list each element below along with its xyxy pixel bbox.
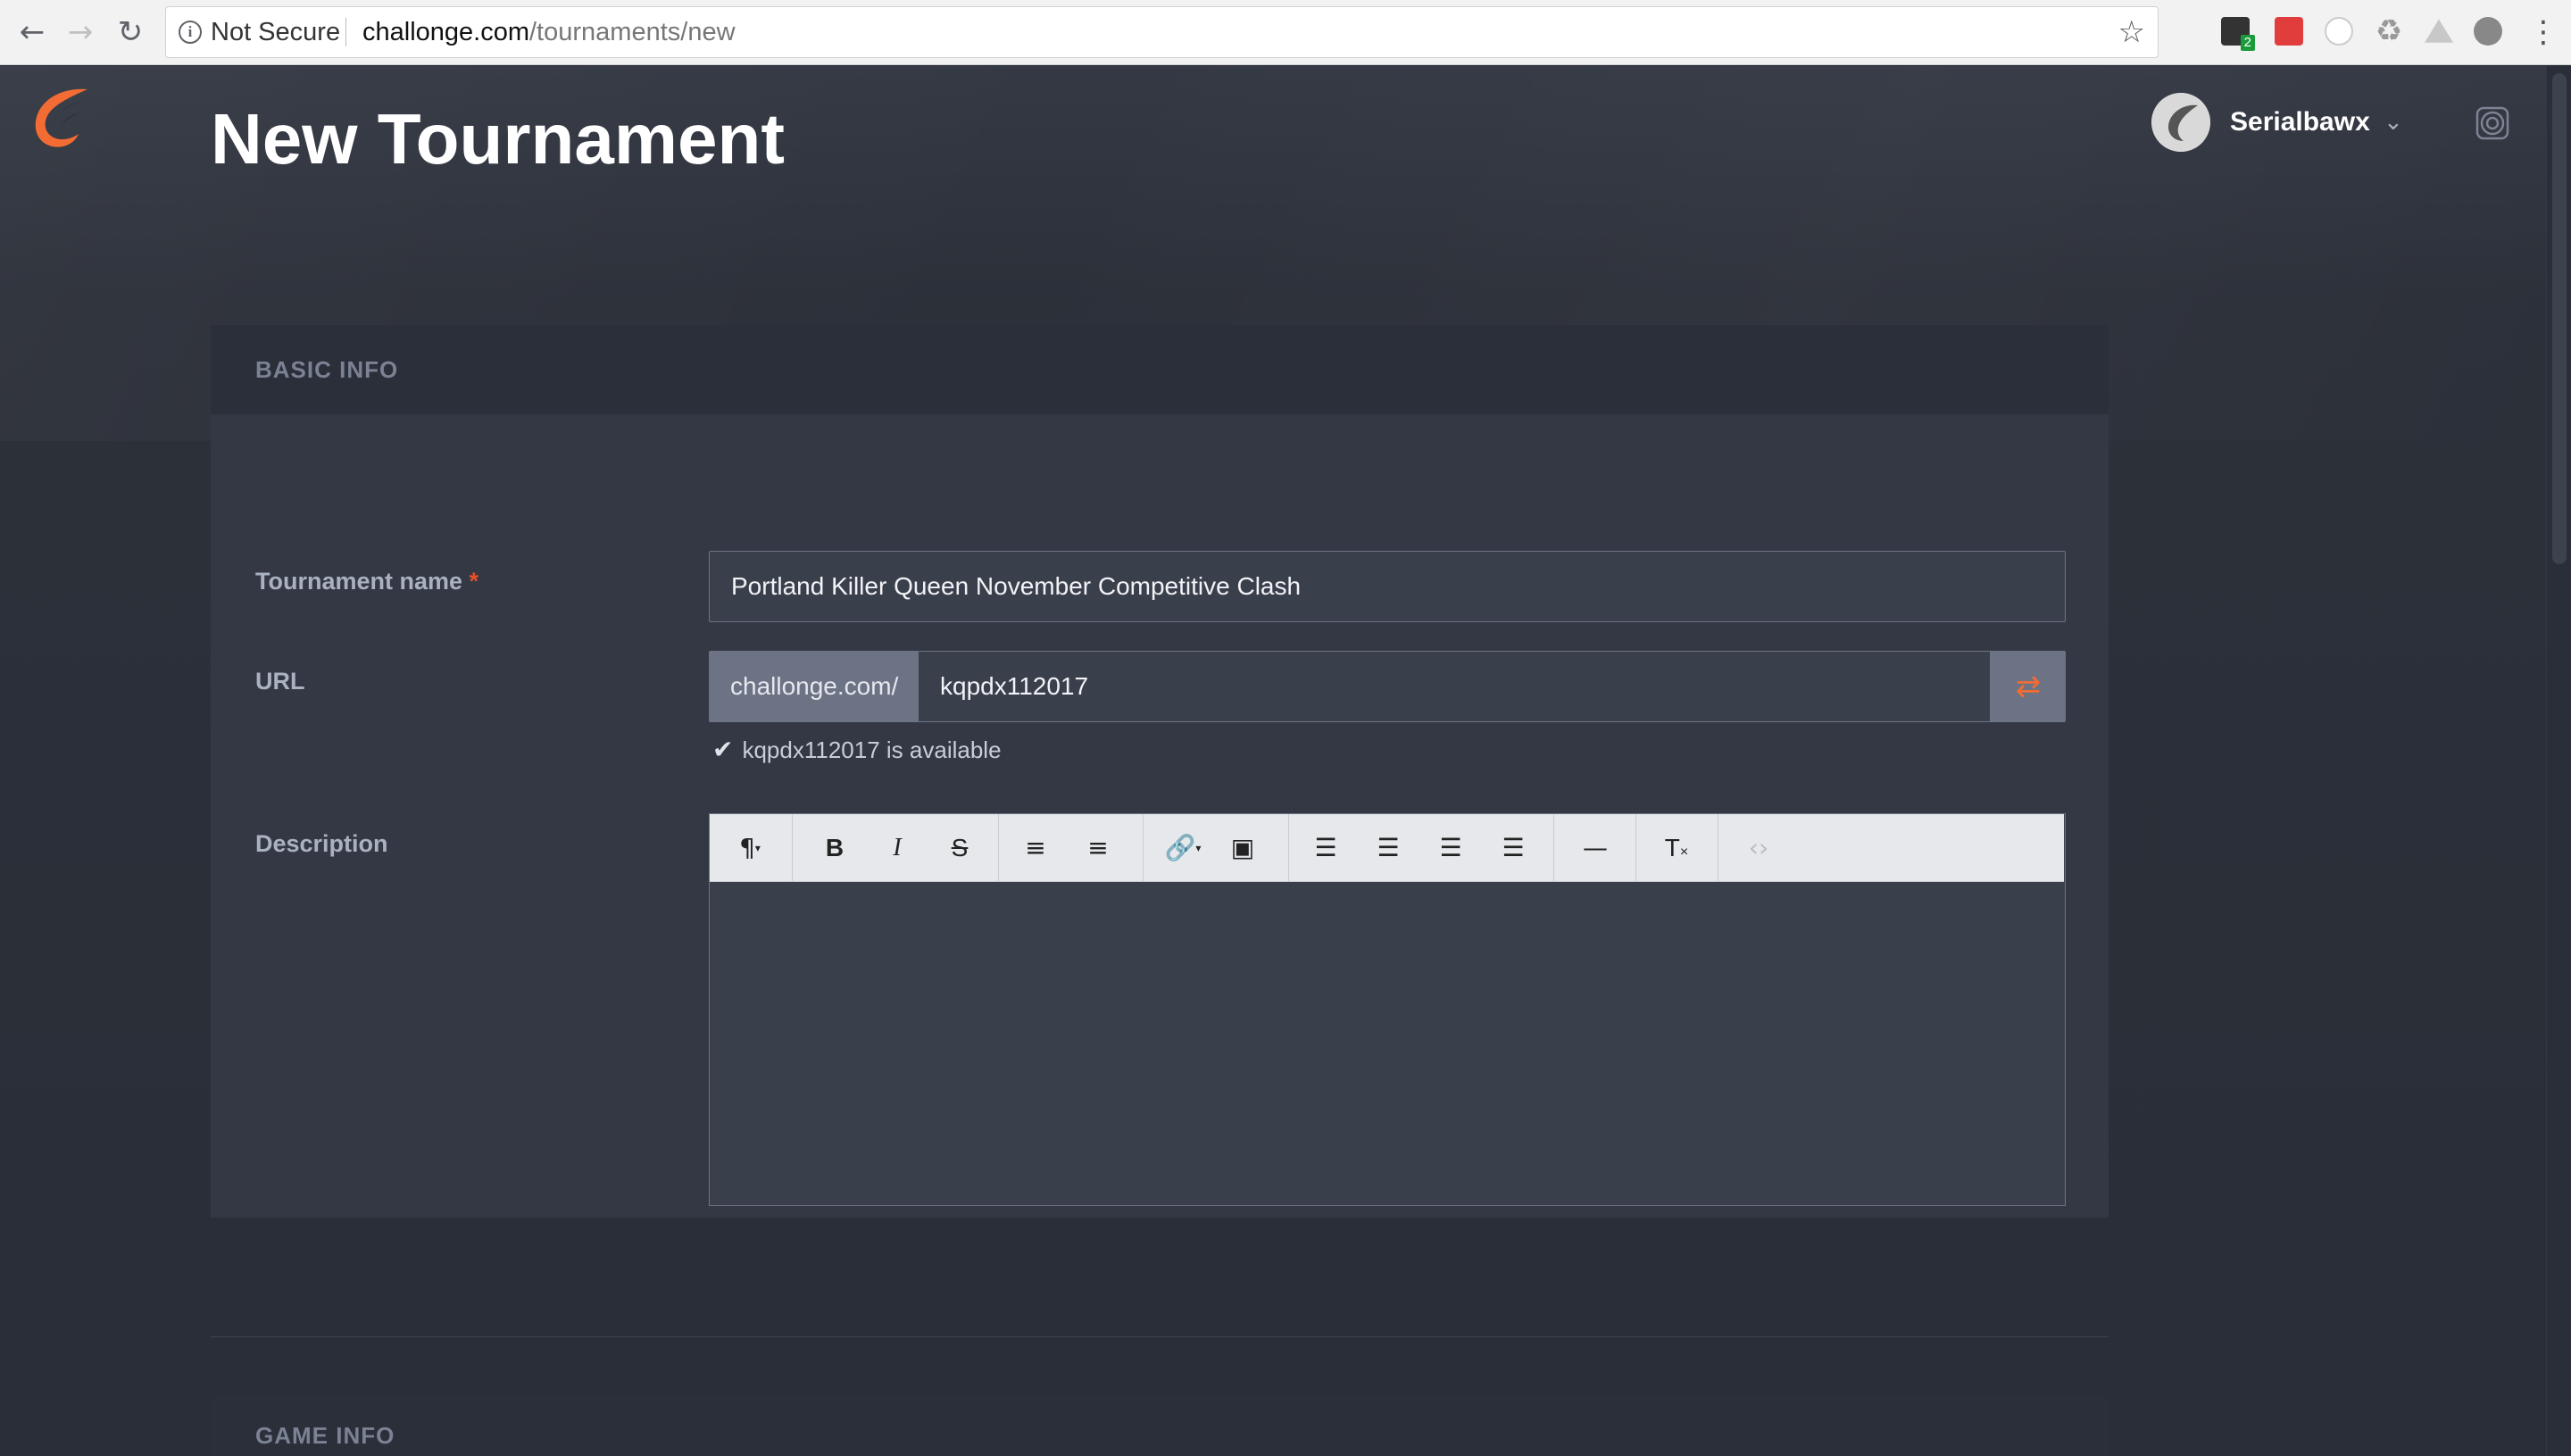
tournament-name-label-text: Tournament name [255, 568, 463, 595]
align-left-icon[interactable]: ☰ [1294, 814, 1357, 882]
description-editor: ¶▾ B I S ≡ ≡ 🔗▾ ▣ ☰ ☰ ☰ ☰ — T× ‹› [709, 813, 2066, 1206]
paragraph-format-icon[interactable]: ¶▾ [719, 814, 781, 882]
reload-icon[interactable]: ↻ [112, 14, 148, 50]
game-info-label: GAME INFO [255, 1422, 395, 1449]
toolbar-divider [1553, 814, 1554, 882]
bookmark-star-icon[interactable]: ☆ [2118, 7, 2145, 57]
url-text[interactable]: challonge.com/tournaments/new [362, 7, 736, 57]
scrollbar[interactable] [2546, 66, 2571, 1456]
shuffle-icon: ⇄ [2015, 669, 2042, 704]
extension-icon[interactable] [2325, 17, 2353, 46]
back-icon[interactable]: ← [14, 14, 50, 50]
url-input[interactable]: kqpdx112017 [918, 651, 1991, 722]
toolbar-divider [1143, 814, 1144, 882]
bold-icon[interactable]: B [803, 814, 866, 882]
scrollbar-thumb[interactable] [2552, 73, 2567, 564]
required-marker: * [469, 568, 479, 595]
url-availability: ✔ kqpdx112017 is available [712, 734, 1002, 766]
url-input-group: challonge.com/ kqpdx112017 ⇄ [709, 651, 2066, 722]
description-label: Description [255, 830, 388, 857]
url-path: /tournaments/new [529, 18, 736, 46]
toolbar-divider [1288, 814, 1289, 882]
extension-icon[interactable] [2275, 17, 2303, 46]
extension-icon[interactable]: 2 [2221, 17, 2255, 51]
check-icon: ✔ [712, 735, 734, 764]
game-info-panel: GAME INFO [211, 1395, 2109, 1456]
horizontal-rule-icon[interactable]: — [1564, 814, 1627, 882]
lifebuoy-icon[interactable] [2475, 105, 2510, 141]
tournament-name-input[interactable]: Portland Killer Queen November Competiti… [709, 551, 2066, 622]
security-label[interactable]: Not Secure [211, 7, 340, 57]
address-bar[interactable]: i Not Secure challonge.com/tournaments/n… [165, 6, 2159, 58]
link-icon[interactable]: 🔗▾ [1152, 814, 1214, 882]
italic-icon[interactable]: I [866, 814, 928, 882]
basic-info-label: BASIC INFO [255, 356, 399, 383]
url-host: challonge.com [362, 18, 529, 46]
tournament-name-label: Tournament name * [255, 568, 478, 595]
align-center-icon[interactable]: ☰ [1357, 814, 1419, 882]
challonge-logo-icon[interactable] [25, 84, 93, 152]
extension-badge: 2 [2240, 35, 2255, 51]
clear-formatting-icon[interactable]: T× [1645, 814, 1708, 882]
align-right-icon[interactable]: ☰ [1419, 814, 1482, 882]
section-divider [211, 1336, 2109, 1337]
info-icon[interactable]: i [179, 21, 202, 44]
code-view-icon[interactable]: ‹› [1727, 814, 1790, 882]
browser-toolbar: ← → ↻ i Not Secure challonge.com/tournam… [0, 0, 2571, 65]
extension-icon[interactable] [2474, 17, 2502, 46]
bulleted-list-icon[interactable]: ≡ [1004, 814, 1067, 882]
chrome-menu-icon[interactable]: ⋮ [2528, 14, 2559, 50]
username[interactable]: Serialbawx [2230, 93, 2370, 152]
justify-icon[interactable]: ☰ [1482, 814, 1544, 882]
basic-info-header: BASIC INFO [211, 325, 2109, 414]
url-label: URL [255, 668, 305, 695]
numbered-list-icon[interactable]: ≡ [1067, 814, 1129, 882]
recycle-icon[interactable]: ♻ [2375, 16, 2403, 46]
url-prefix: challonge.com/ [709, 651, 918, 722]
editor-toolbar: ¶▾ B I S ≡ ≡ 🔗▾ ▣ ☰ ☰ ☰ ☰ — T× ‹› [710, 814, 2064, 882]
shuffle-url-button[interactable]: ⇄ [1991, 651, 2066, 722]
page-title: New Tournament [211, 99, 786, 179]
description-textarea[interactable] [710, 882, 2064, 1204]
chevron-down-icon[interactable]: ⌄ [2384, 93, 2403, 152]
address-divider [345, 18, 346, 46]
image-icon[interactable]: ▣ [1211, 814, 1274, 882]
strikethrough-icon[interactable]: S [928, 814, 991, 882]
availability-text: kqpdx112017 is available [742, 736, 1002, 763]
drive-icon[interactable] [2425, 19, 2453, 43]
forward-icon[interactable]: → [62, 14, 98, 50]
toolbar-divider [998, 814, 999, 882]
toolbar-divider [792, 814, 793, 882]
avatar[interactable] [2151, 93, 2210, 152]
toolbar-divider [1635, 814, 1636, 882]
